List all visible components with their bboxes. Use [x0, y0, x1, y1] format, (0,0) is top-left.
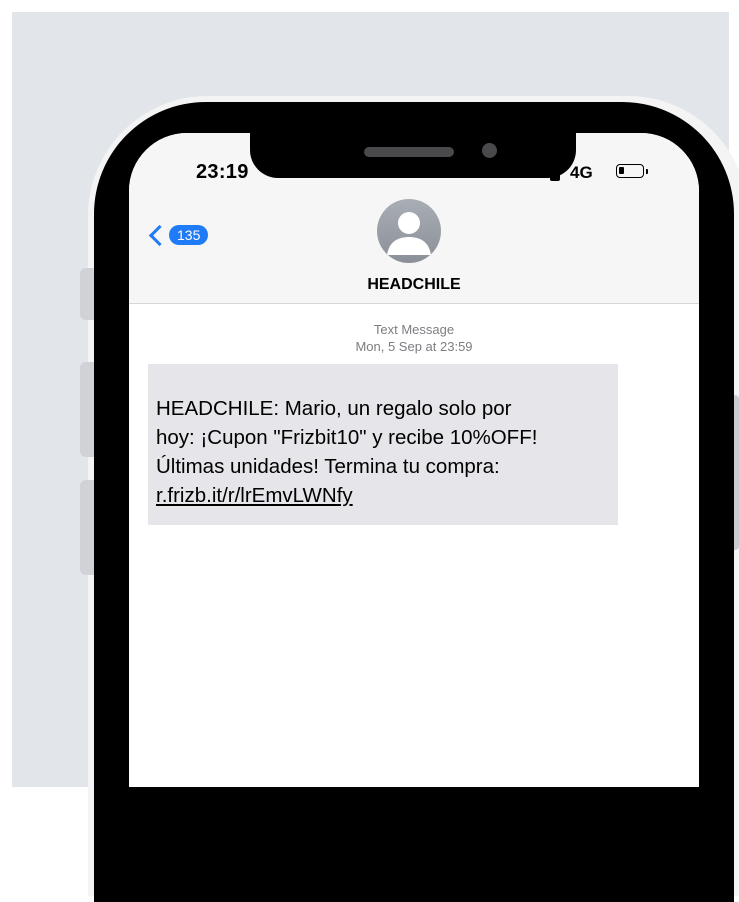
person-silhouette-icon	[387, 212, 431, 255]
battery-icon	[616, 164, 644, 178]
message-type-label: Text Message	[373, 322, 455, 337]
volume-down-button	[80, 480, 94, 575]
message-line: HEADCHILE: Mario, un regalo solo por	[156, 397, 512, 420]
back-button[interactable]: 135	[147, 223, 209, 247]
battery-level	[619, 167, 624, 174]
front-camera	[482, 143, 497, 158]
network-type: 4G	[570, 163, 593, 182]
status-time: 23:19	[196, 161, 249, 183]
unread-count-badge: 135	[169, 225, 209, 245]
message-line: Últimas unidades! Termina tu compra:	[156, 455, 500, 478]
chevron-left-icon	[148, 224, 171, 246]
message-bubble[interactable]: HEADCHILE: Mario, un regalo solo por hoy…	[148, 364, 618, 525]
message-timestamp: Mon, 5 Sep at 23:59	[355, 339, 473, 354]
message-line: hoy: ¡Cupon "Frizbit10" y recibe 10%OFF!	[156, 426, 538, 449]
battery-tip	[646, 169, 648, 174]
phone-screen: 23:19 4G 135 HEADCHILE Text Message Mon,…	[129, 133, 699, 787]
contact-name[interactable]: HEADCHILE	[129, 276, 699, 294]
mute-switch	[80, 268, 94, 320]
volume-up-button	[80, 362, 94, 457]
speaker-grille	[364, 147, 454, 157]
contact-avatar[interactable]	[377, 199, 441, 263]
message-link[interactable]: r.frizb.it/r/lrEmvLWNfy	[156, 484, 353, 507]
